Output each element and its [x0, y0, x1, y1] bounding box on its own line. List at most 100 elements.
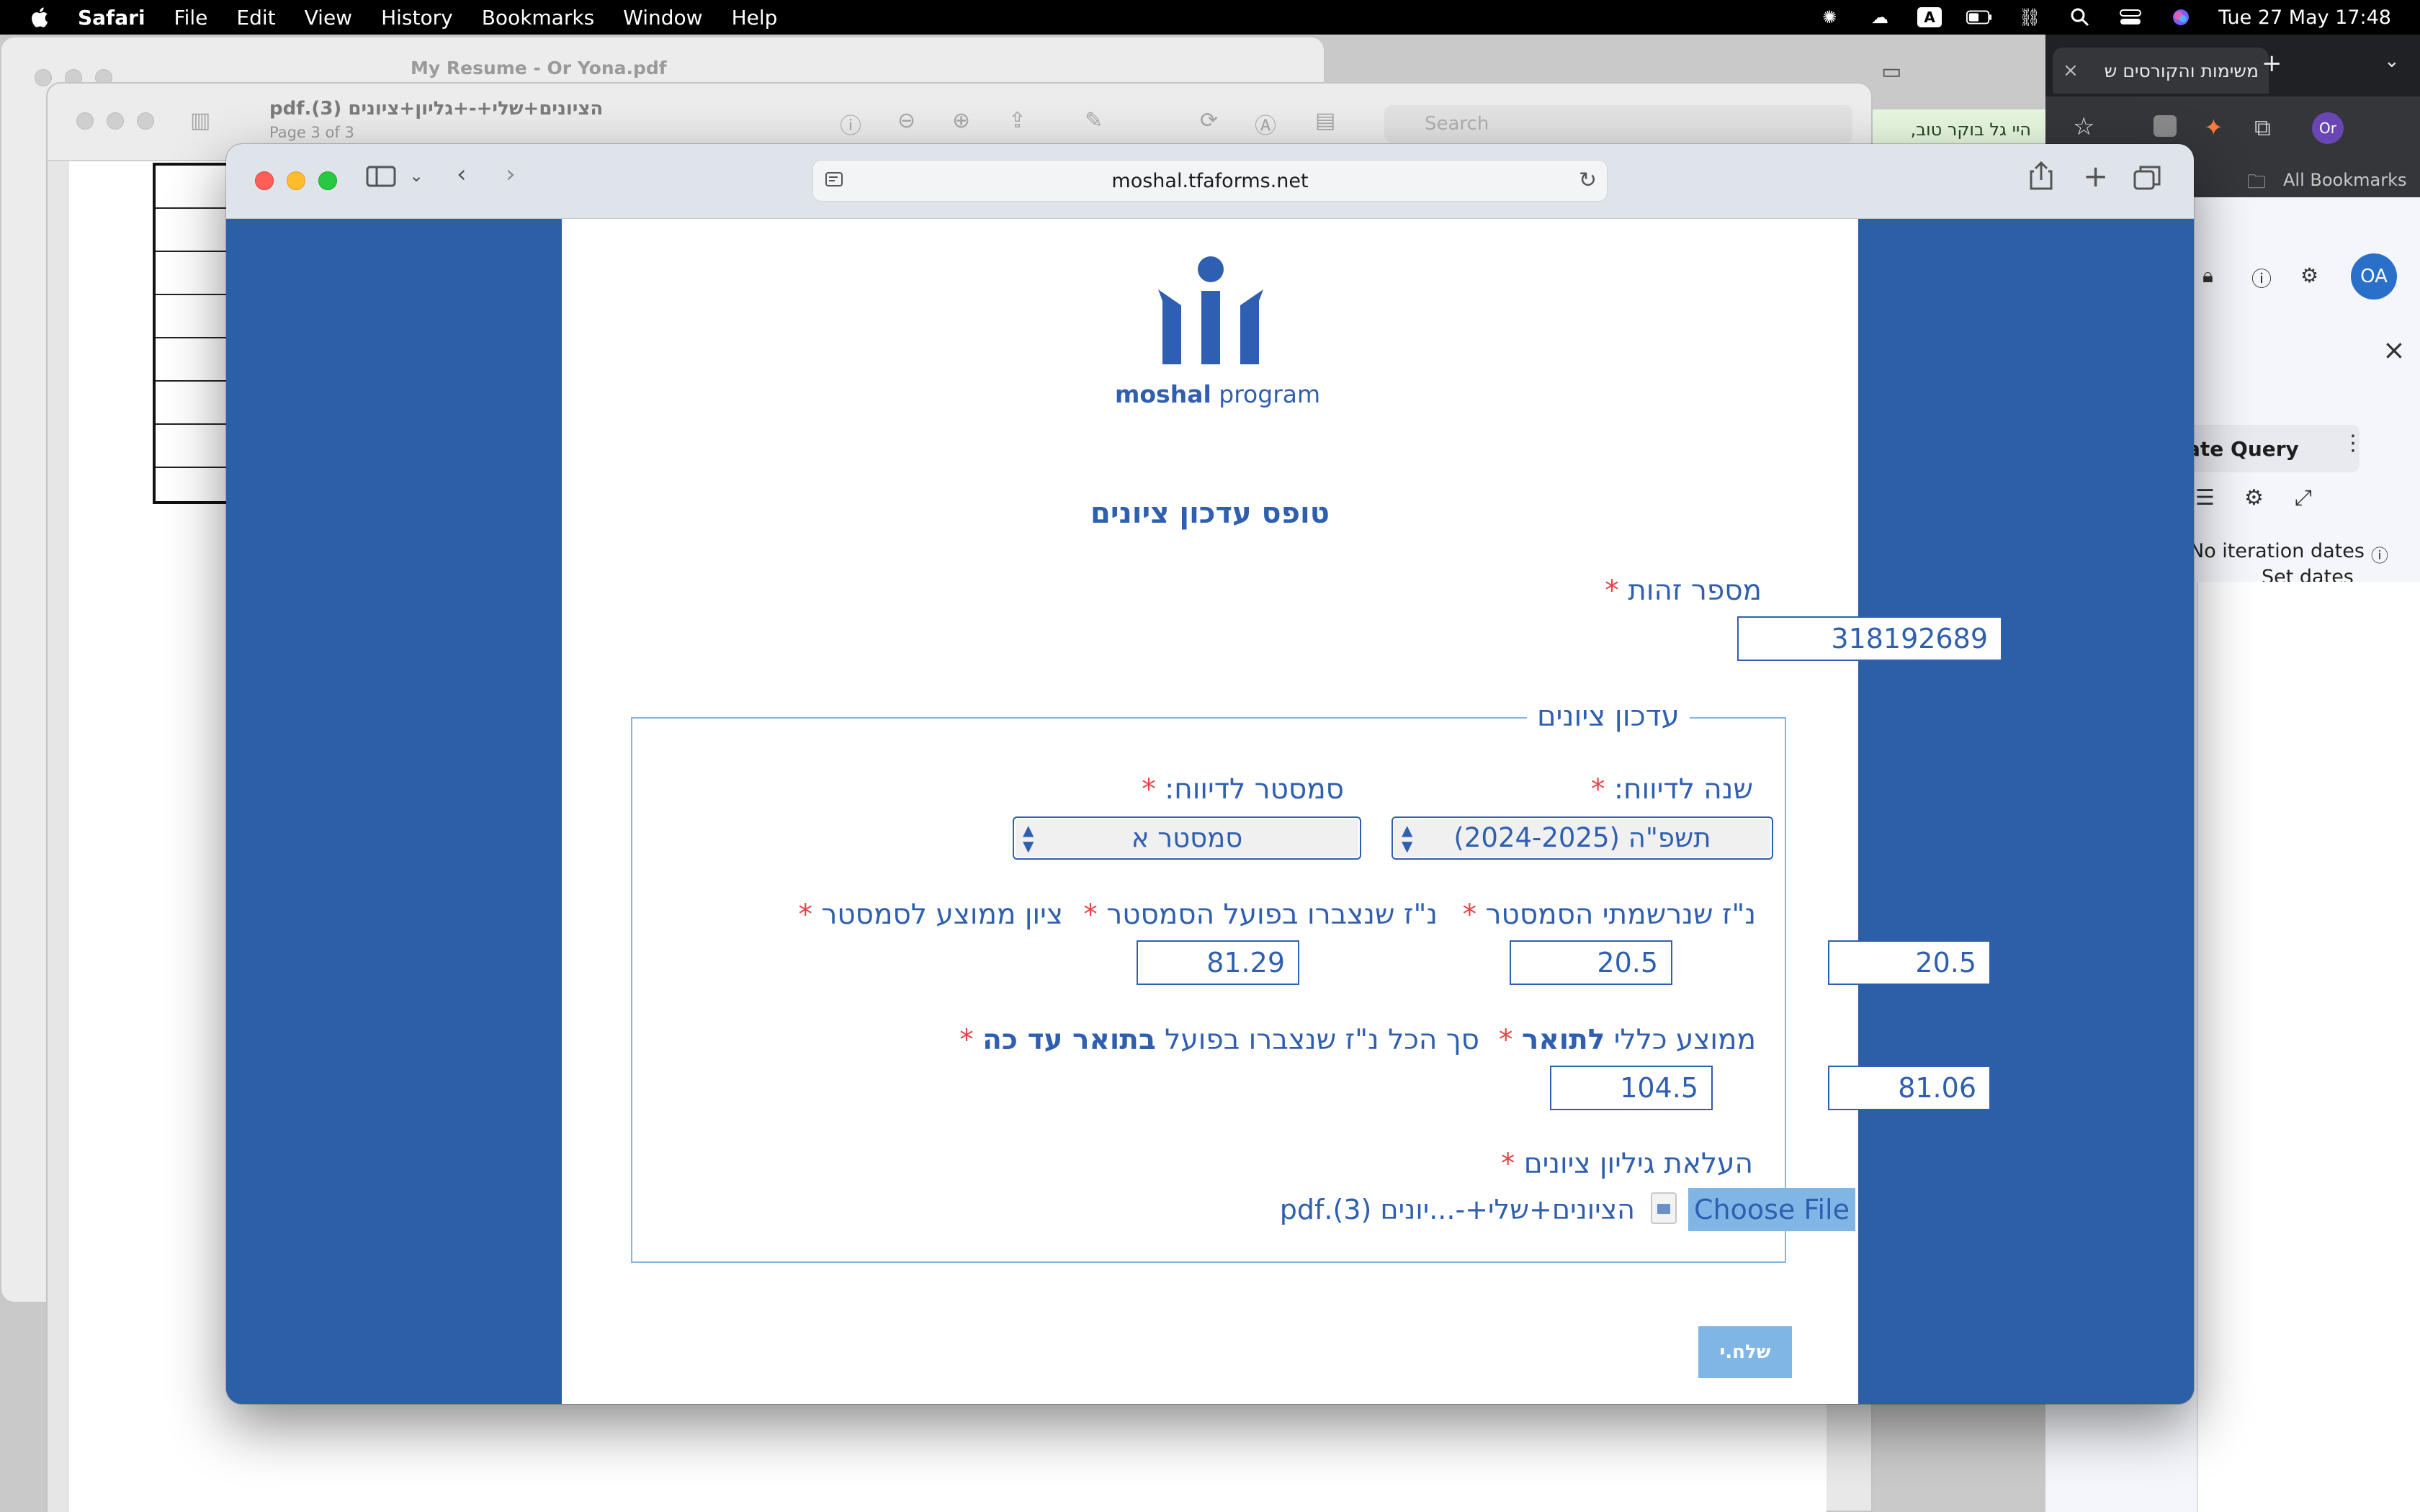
zoom-in-icon[interactable]: ⊕ [952, 108, 970, 133]
folder-icon: 🗀 [2247, 171, 2267, 193]
file-document-icon [1651, 1192, 1677, 1224]
preview-title: הציונים+שלי+-+גליון+ציונים (3).pdf [269, 98, 604, 120]
profile-avatar-small[interactable]: Or [2312, 112, 2344, 144]
pdf-table [153, 163, 232, 504]
extension-icon[interactable] [2154, 115, 2177, 137]
page-settings-icon[interactable] [825, 171, 845, 194]
annotate-icon[interactable]: Ⓐ [1255, 108, 1276, 140]
bookmark-star-icon[interactable]: ☆ [2073, 112, 2094, 141]
safari-window-controls [255, 171, 337, 190]
earned-credits-input[interactable]: 20.5 [1510, 940, 1672, 985]
fox-extension-icon[interactable]: ✦ [2204, 114, 2223, 141]
degree-average-input[interactable]: 81.06 [1828, 1066, 1991, 1110]
menu-view[interactable]: View [305, 6, 352, 30]
back-window-title: My Resume - Or Yona.pdf [411, 58, 667, 78]
url-text: moshal.tfaforms.net [1111, 169, 1309, 192]
id-number-label: מספר זהות * [1605, 575, 1762, 607]
report-semester-label: סמסטר לדיווח: * [1142, 773, 1344, 806]
all-bookmarks-link[interactable]: All Bookmarks [2283, 170, 2406, 190]
choose-file-button[interactable]: Choose File [1688, 1188, 1855, 1231]
close-panel-icon[interactable]: × [2383, 334, 2406, 366]
facetime-icon[interactable]: ▭ [1881, 59, 1901, 84]
puzzle-extensions-icon[interactable]: ⧉ [2254, 114, 2271, 142]
sidebar-toggle-icon[interactable]: ▥ [190, 108, 210, 133]
menu-window[interactable]: Window [623, 6, 702, 30]
menu-app-safari[interactable]: Safari [78, 6, 145, 30]
tab-overview-icon[interactable] [2133, 164, 2162, 198]
control-center-icon[interactable] [2118, 7, 2143, 27]
report-semester-select[interactable]: סמסטר א ▲ ▼ [1013, 816, 1361, 860]
lock-icon[interactable]: 🔒︎ [2202, 264, 2213, 288]
input-source-icon[interactable]: A [1917, 7, 1942, 27]
cloud-sync-icon[interactable]: ☁ [1867, 7, 1893, 27]
close-tab-icon[interactable]: × [2063, 60, 2079, 81]
apple-menu-icon[interactable] [29, 6, 49, 29]
safari-toolbar: ⌄ ‹ › moshal.tfaforms.net ↻ + [226, 144, 2194, 219]
preview-search-field[interactable]: Search [1384, 105, 1852, 143]
selected-file-name: הציונים+שלי+-...יונים (3).pdf [1279, 1194, 1635, 1225]
panel-document-area [2197, 582, 2420, 1512]
submit-button[interactable]: שלח.י [1698, 1326, 1792, 1378]
chrome-tab-bar: משימות והקורסים ש × + ⌄ [2045, 35, 2420, 96]
chatgpt-icon[interactable]: ✺ [1816, 7, 1842, 27]
reload-icon[interactable]: ↻ [1579, 168, 1597, 193]
chrome-tab[interactable]: משימות והקורסים ש × [2053, 48, 2269, 94]
spotlight-search-icon[interactable] [2067, 7, 2093, 27]
info-icon: ⓘ [2371, 546, 2388, 566]
id-number-input[interactable]: 318192689 [1737, 616, 2002, 661]
forward-arrow-icon[interactable]: › [506, 160, 516, 189]
sidebar-toggle-icon[interactable] [366, 164, 396, 195]
chrome-tab-title: משימות והקורסים ש [2104, 60, 2259, 81]
preview-page-count: Page 3 of 3 [269, 124, 354, 141]
zoom-out-icon[interactable]: ⊖ [897, 108, 915, 133]
form-card: moshal program טופס עדכון ציונים מספר זה… [562, 219, 2002, 1404]
upload-transcript-label: העלאת גיליון ציונים * [1500, 1148, 1753, 1180]
logo-wordmark: moshal program [1115, 380, 1321, 408]
rotate-icon[interactable]: ⟳ [1200, 108, 1218, 133]
tab-group-chevron-icon[interactable]: ⌄ [409, 166, 424, 186]
web-page: moshal program טופס עדכון ציונים מספר זה… [226, 219, 2194, 1404]
expand-icon[interactable]: ⤢ [2295, 485, 2312, 510]
new-tab-icon[interactable]: + [2083, 158, 2108, 194]
report-year-label: שנה לדיווח: * [1590, 773, 1753, 806]
more-options-icon[interactable]: ⋮ [2342, 431, 2364, 456]
view-settings-icon[interactable]: ⚙ [2244, 485, 2264, 510]
back-arrow-icon[interactable]: ‹ [457, 160, 467, 189]
menu-file[interactable]: File [174, 6, 208, 30]
semester-average-input[interactable]: 81.29 [1137, 940, 1299, 985]
siri-icon[interactable] [2168, 7, 2194, 27]
form-title: טופס עדכון ציונים [1090, 497, 1330, 530]
info-icon[interactable]: ⓘ [840, 108, 861, 140]
share-icon[interactable]: ⇪ [1008, 108, 1026, 133]
tab-list-chevron-icon[interactable]: ⌄ [2384, 50, 2400, 72]
markup-pen-icon[interactable]: ✎ [1085, 108, 1103, 133]
registered-credits-input[interactable]: 20.5 [1828, 940, 1991, 985]
settings-gear-icon[interactable]: ⚙ [2300, 264, 2318, 287]
total-credits-input[interactable]: 104.5 [1550, 1066, 1713, 1110]
address-bar[interactable]: moshal.tfaforms.net ↻ [812, 160, 1608, 202]
close-window-button[interactable] [255, 171, 274, 190]
link-icon[interactable]: ⛓ [2017, 7, 2043, 27]
menu-bookmarks[interactable]: Bookmarks [482, 6, 594, 30]
profile-avatar[interactable]: OA [2351, 253, 2397, 300]
menu-bar: Safari File Edit View History Bookmarks … [0, 0, 2420, 35]
report-year-select[interactable]: תשפ"ה (2024-2025) ▲ ▼ [1392, 816, 1773, 860]
menu-clock[interactable]: Tue 27 May 17:48 [2218, 6, 2391, 29]
grades-fieldset-legend: עדכון ציונים [1527, 700, 1690, 733]
battery-icon[interactable] [1966, 7, 1992, 27]
preview-window-controls[interactable] [76, 112, 154, 130]
create-query-button[interactable]: ate Query [2179, 425, 2360, 472]
minimize-window-button[interactable] [287, 171, 305, 190]
select-arrows-icon: ▲ ▼ [1023, 822, 1034, 855]
select-arrows-icon: ▲ ▼ [1402, 822, 1413, 855]
zoom-window-button[interactable] [318, 171, 337, 190]
new-tab-icon[interactable]: + [2262, 49, 2282, 78]
menu-history[interactable]: History [381, 6, 453, 30]
share-icon[interactable] [2028, 160, 2054, 198]
filter-icon[interactable]: ☰ [2195, 485, 2215, 510]
menu-help[interactable]: Help [732, 6, 778, 30]
preview-sidebar [48, 161, 69, 1512]
form-fill-icon[interactable]: ▤ [1315, 108, 1335, 133]
help-icon[interactable]: ⓘ [2251, 264, 2272, 292]
menu-edit[interactable]: Edit [236, 6, 275, 30]
